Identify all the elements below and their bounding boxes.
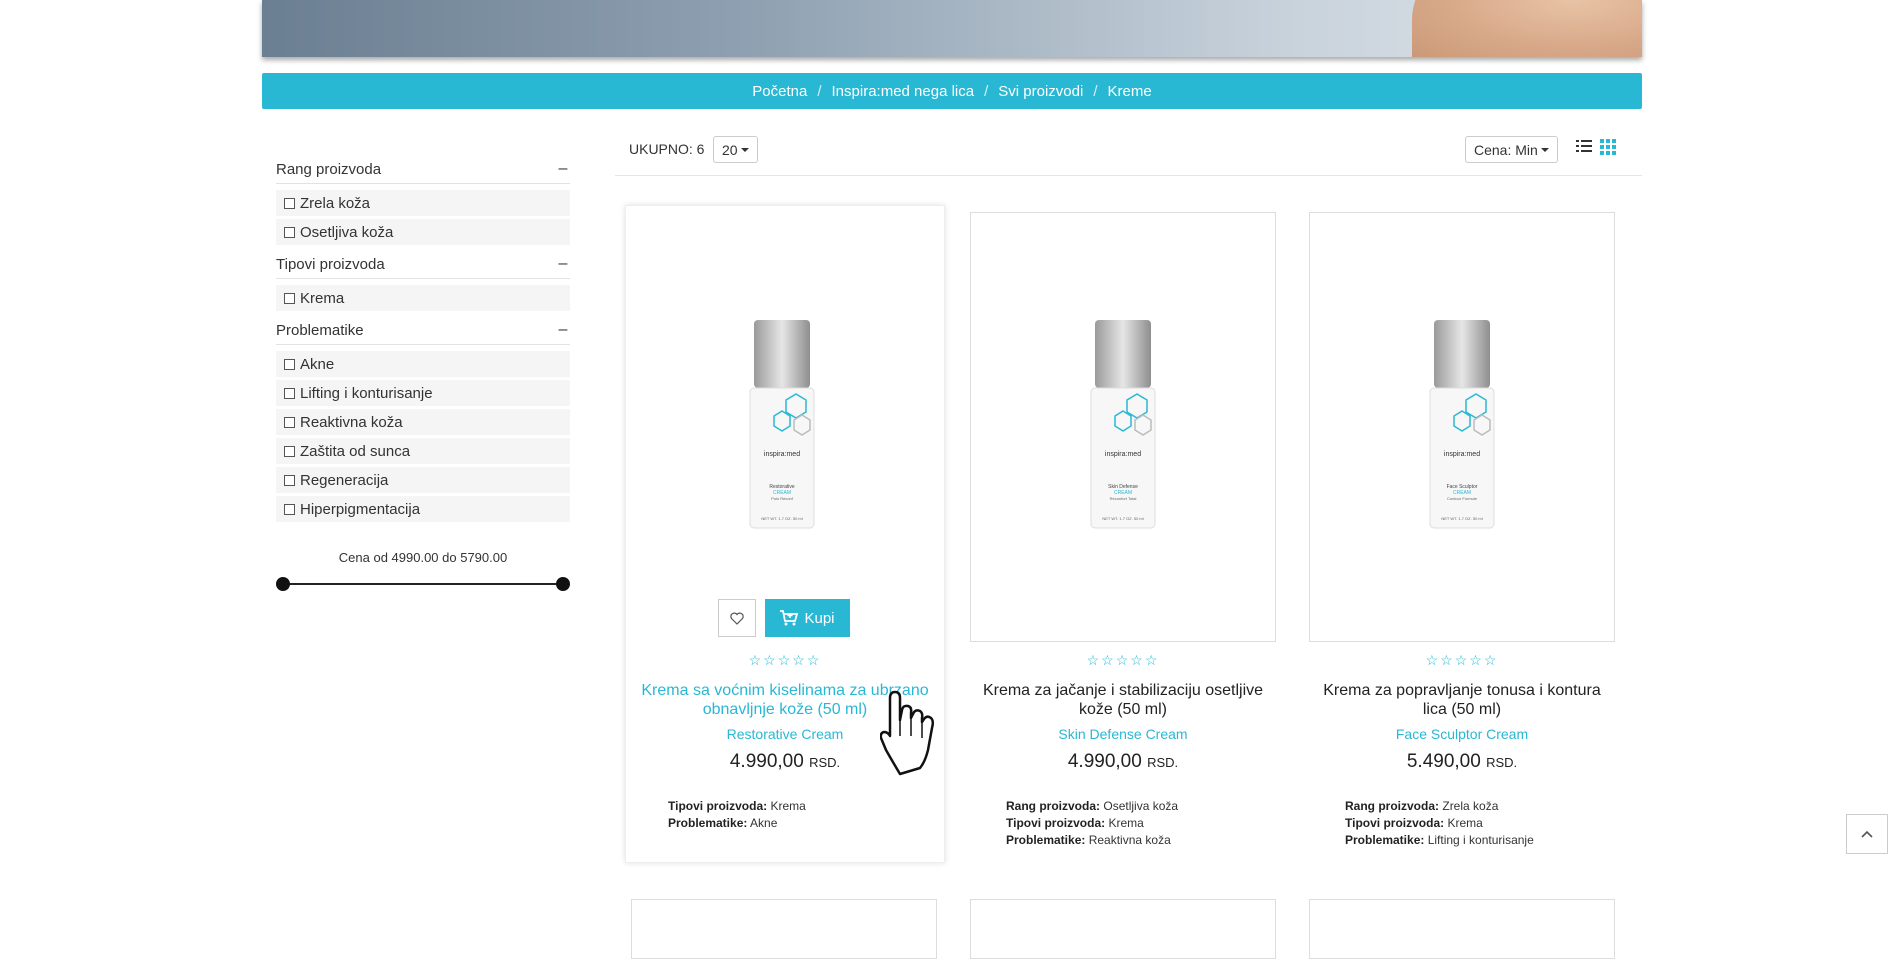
checkbox[interactable] [284, 503, 295, 515]
banner-image [1412, 0, 1642, 57]
product-card-next-row[interactable] [631, 899, 937, 959]
product-attributes: Rang proizvoda: Osetljiva koža Tipovi pr… [1006, 799, 1179, 847]
filter-option-hiperpigmentacija[interactable]: Hiperpigmentacija [276, 496, 570, 522]
filter-sidebar: Rang proizvoda – Zrela koža Osetljiva ko… [276, 155, 570, 594]
product-title[interactable]: Krema za popravljanje tonusa i kontura l… [1309, 681, 1615, 719]
filter-group-tipovi[interactable]: Tipovi proizvoda – [276, 250, 570, 279]
filter-option-lifting[interactable]: Lifting i konturisanje [276, 380, 570, 406]
hand-pointer-cursor-icon [880, 690, 935, 776]
per-page-select[interactable]: 20 [713, 136, 758, 163]
buy-button[interactable]: Kupi [765, 599, 850, 637]
rating-stars[interactable]: ☆☆☆☆☆ [1309, 652, 1615, 669]
filter-option-zastita-od-sunca[interactable]: Zaštita od sunca [276, 438, 570, 464]
filter-option-reaktivna-koza[interactable]: Reaktivna koža [276, 409, 570, 435]
svg-text:Polo Réconf: Polo Réconf [771, 496, 794, 501]
caret-down-icon [740, 147, 749, 152]
product-card-next-row[interactable] [970, 899, 1276, 959]
filter-option-akne[interactable]: Akne [276, 351, 570, 377]
filter-group-title: Tipovi proizvoda [276, 255, 385, 273]
svg-text:Réconfort Total: Réconfort Total [1110, 496, 1137, 501]
product-subtitle[interactable]: Face Sculptor Cream [1309, 726, 1615, 742]
svg-text:inspira:med: inspira:med [1105, 451, 1141, 458]
rating-stars[interactable]: ☆☆☆☆☆ [632, 652, 938, 669]
product-attributes: Tipovi proizvoda: Krema Problematike: Ak… [668, 799, 806, 830]
svg-text:NET WT. 1.7 OZ. 50 ml: NET WT. 1.7 OZ. 50 ml [1441, 516, 1482, 521]
product-subtitle[interactable]: Skin Defense Cream [970, 726, 1276, 742]
collapse-toggle[interactable]: – [556, 160, 570, 178]
collapse-toggle[interactable]: – [556, 321, 570, 339]
chevron-up-icon [1861, 830, 1873, 838]
slider-track [284, 583, 562, 585]
filter-option-zrela-koza[interactable]: Zrela koža [276, 190, 570, 216]
checkbox[interactable] [284, 358, 295, 370]
total-count: UKUPNO: 6 [629, 141, 705, 157]
checkbox[interactable] [284, 416, 295, 428]
checkbox[interactable] [284, 292, 295, 304]
product-title[interactable]: Krema za jačanje i stabilizaciju osetlji… [970, 681, 1276, 719]
breadcrumb-category[interactable]: Inspira:med nega lica [832, 83, 975, 100]
product-toolbar: UKUPNO: 6 20 Cena: Min [615, 135, 1642, 176]
checkbox[interactable] [284, 474, 295, 486]
svg-text:inspira:med: inspira:med [1444, 451, 1480, 458]
product-info: ☆☆☆☆☆ Krema za jačanje i stabilizaciju o… [970, 652, 1276, 849]
heart-icon [730, 612, 744, 625]
wishlist-button[interactable] [718, 599, 756, 637]
product-info: ☆☆☆☆☆ Krema za popravljanje tonusa i kon… [1309, 652, 1615, 849]
filter-option-osetljiva-koza[interactable]: Osetljiva koža [276, 219, 570, 245]
product-image[interactable]: inspira:med Restorative CREAM Polo Récon… [746, 312, 818, 537]
filter-option-regeneracija[interactable]: Regeneracija [276, 467, 570, 493]
price-range-slider[interactable] [276, 574, 570, 594]
checkbox[interactable] [284, 226, 295, 238]
header-banner [262, 0, 1642, 57]
product-price: 5.490,00 RSD. [1406, 751, 1518, 772]
product-attributes: Rang proizvoda: Zrela koža Tipovi proizv… [1345, 799, 1534, 847]
list-view-icon[interactable] [1576, 139, 1592, 158]
caret-down-icon [1540, 147, 1549, 152]
scroll-to-top-button[interactable] [1846, 814, 1888, 854]
product-price: 4.990,00 RSD. [1067, 751, 1179, 772]
product-card-next-row[interactable] [1309, 899, 1615, 959]
svg-text:inspira:med: inspira:med [764, 451, 800, 458]
breadcrumb: Početna / Inspira:med nega lica / Svi proi… [262, 73, 1642, 109]
svg-text:NET WT. 1.7 OZ. 50 ml: NET WT. 1.7 OZ. 50 ml [761, 516, 802, 521]
filter-group-problematike[interactable]: Problematike – [276, 316, 570, 345]
breadcrumb-all-products[interactable]: Svi proizvodi [998, 83, 1083, 100]
cart-icon [780, 610, 799, 626]
product-image[interactable]: inspira:med Face Sculptor CREAM Contour … [1426, 312, 1498, 537]
checkbox[interactable] [284, 387, 295, 399]
filter-group-title: Problematike [276, 321, 364, 339]
filter-option-krema[interactable]: Krema [276, 285, 570, 311]
checkbox[interactable] [284, 445, 295, 457]
checkbox[interactable] [284, 197, 295, 209]
product-image[interactable]: inspira:med Skin Defense CREAM Réconfort… [1087, 312, 1159, 537]
price-range-label: Cena od 4990.00 do 5790.00 [338, 550, 508, 565]
svg-text:NET WT. 1.7 OZ. 50 ml: NET WT. 1.7 OZ. 50 ml [1102, 516, 1143, 521]
collapse-toggle[interactable]: – [556, 255, 570, 273]
breadcrumb-current[interactable]: Kreme [1108, 83, 1152, 100]
slider-min-handle[interactable] [276, 577, 290, 591]
grid-view-icon[interactable] [1600, 139, 1616, 160]
rating-stars[interactable]: ☆☆☆☆☆ [970, 652, 1276, 669]
filter-group-rang[interactable]: Rang proizvoda – [276, 155, 570, 184]
breadcrumb-home[interactable]: Početna [752, 83, 807, 100]
svg-text:Contour Formule: Contour Formule [1447, 496, 1478, 501]
slider-max-handle[interactable] [556, 577, 570, 591]
filter-group-title: Rang proizvoda [276, 160, 382, 178]
sort-select[interactable]: Cena: Min [1465, 136, 1558, 163]
